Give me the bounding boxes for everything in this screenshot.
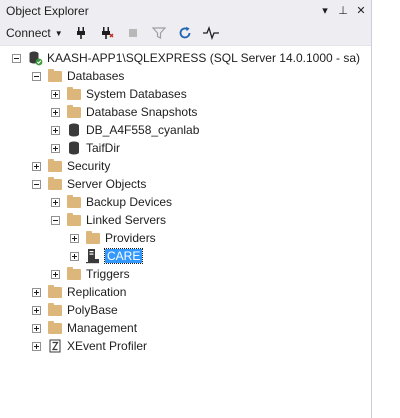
folder-icon (47, 68, 63, 84)
tree-node-db-cyanlab[interactable]: DB_A4F558_cyanlab (0, 121, 371, 139)
tree-label: Management (67, 321, 138, 335)
expand-icon[interactable] (51, 269, 60, 279)
tree-label: Security (67, 159, 111, 173)
collapse-icon[interactable] (12, 53, 21, 63)
tree-node-db-taifdir[interactable]: TaifDir (0, 139, 371, 157)
database-icon (66, 122, 82, 138)
expand-icon[interactable] (32, 341, 41, 351)
tree-label: XEvent Profiler (67, 339, 148, 353)
expand-icon[interactable] (32, 323, 41, 333)
tree-node-security[interactable]: Security (0, 157, 371, 175)
folder-icon (66, 194, 82, 210)
tree-node-backup-devices[interactable]: Backup Devices (0, 193, 371, 211)
tree-node-replication[interactable]: Replication (0, 283, 371, 301)
collapse-icon[interactable] (32, 179, 41, 189)
expand-icon[interactable] (32, 161, 41, 171)
tree-node-server[interactable]: KAASH-APP1\SQLEXPRESS (SQL Server 14.0.1… (0, 49, 371, 67)
database-icon (66, 140, 82, 156)
connect-button[interactable]: Connect ▼ (6, 26, 63, 40)
tree-label: Replication (67, 285, 127, 299)
activity-monitor-icon[interactable] (202, 25, 219, 41)
tree-node-system-databases[interactable]: System Databases (0, 85, 371, 103)
chevron-down-icon: ▼ (54, 28, 63, 38)
folder-icon (47, 320, 63, 336)
expand-icon[interactable] (32, 287, 41, 297)
folder-icon (66, 86, 82, 102)
tree-label-selected: CARE (103, 248, 144, 264)
expand-icon[interactable] (51, 107, 60, 117)
tree-node-management[interactable]: Management (0, 319, 371, 337)
xevent-profiler-icon (47, 338, 63, 354)
tree-node-polybase[interactable]: PolyBase (0, 301, 371, 319)
folder-icon (66, 266, 82, 282)
expand-icon[interactable] (51, 89, 60, 99)
object-explorer-panel: Object Explorer ▾ ⊥ ✕ Connect ▼ KAASH-AP… (0, 0, 372, 418)
folder-icon (47, 176, 63, 192)
expand-icon[interactable] (70, 251, 79, 261)
expand-icon[interactable] (51, 125, 60, 135)
panel-titlebar: Object Explorer ▾ ⊥ ✕ (0, 0, 371, 21)
tree-label: Databases (67, 69, 125, 83)
titlebar-controls: ▾ ⊥ ✕ (319, 0, 367, 21)
refresh-icon[interactable] (177, 25, 193, 41)
window-position-dropdown-icon[interactable]: ▾ (319, 4, 331, 17)
disconnect-plug-icon[interactable] (99, 25, 115, 41)
expand-icon[interactable] (51, 197, 60, 207)
connect-plug-icon[interactable] (73, 25, 89, 41)
tree-node-databases[interactable]: Databases (0, 67, 371, 85)
pin-icon[interactable]: ⊥ (337, 4, 349, 17)
folder-icon (85, 230, 101, 246)
expand-icon[interactable] (70, 233, 79, 243)
tree-label: Providers (105, 231, 156, 245)
object-tree: KAASH-APP1\SQLEXPRESS (SQL Server 14.0.1… (0, 46, 371, 355)
tree-label: System Databases (86, 87, 187, 101)
tree-node-providers[interactable]: Providers (0, 229, 371, 247)
collapse-icon[interactable] (51, 215, 60, 225)
folder-icon (47, 302, 63, 318)
server-icon (27, 50, 43, 66)
connect-label: Connect (6, 26, 51, 40)
tree-node-database-snapshots[interactable]: Database Snapshots (0, 103, 371, 121)
tree-node-triggers[interactable]: Triggers (0, 265, 371, 283)
panel-title: Object Explorer (6, 3, 89, 18)
linked-server-icon (85, 248, 101, 264)
tree-node-care[interactable]: CARE (0, 247, 371, 265)
object-explorer-toolbar: Connect ▼ (0, 21, 371, 46)
stop-icon[interactable] (125, 25, 141, 41)
folder-icon (47, 158, 63, 174)
tree-node-xevent-profiler[interactable]: XEvent Profiler (0, 337, 371, 355)
close-icon[interactable]: ✕ (355, 4, 367, 17)
tree-node-linked-servers[interactable]: Linked Servers (0, 211, 371, 229)
expand-icon[interactable] (32, 305, 41, 315)
tree-label: Database Snapshots (86, 105, 198, 119)
tree-label: KAASH-APP1\SQLEXPRESS (SQL Server 14.0.1… (47, 51, 361, 65)
tree-label: Backup Devices (86, 195, 173, 209)
folder-icon (66, 212, 82, 228)
tree-node-server-objects[interactable]: Server Objects (0, 175, 371, 193)
tree-label: TaifDir (86, 141, 121, 155)
tree-label: Triggers (86, 267, 130, 281)
collapse-icon[interactable] (32, 71, 41, 81)
folder-icon (47, 284, 63, 300)
expand-icon[interactable] (51, 143, 60, 153)
tree-label: DB_A4F558_cyanlab (86, 123, 200, 137)
tree-label: PolyBase (67, 303, 118, 317)
tree-label: Server Objects (67, 177, 147, 191)
filter-icon[interactable] (151, 25, 167, 41)
folder-icon (66, 104, 82, 120)
tree-label: Linked Servers (86, 213, 167, 227)
